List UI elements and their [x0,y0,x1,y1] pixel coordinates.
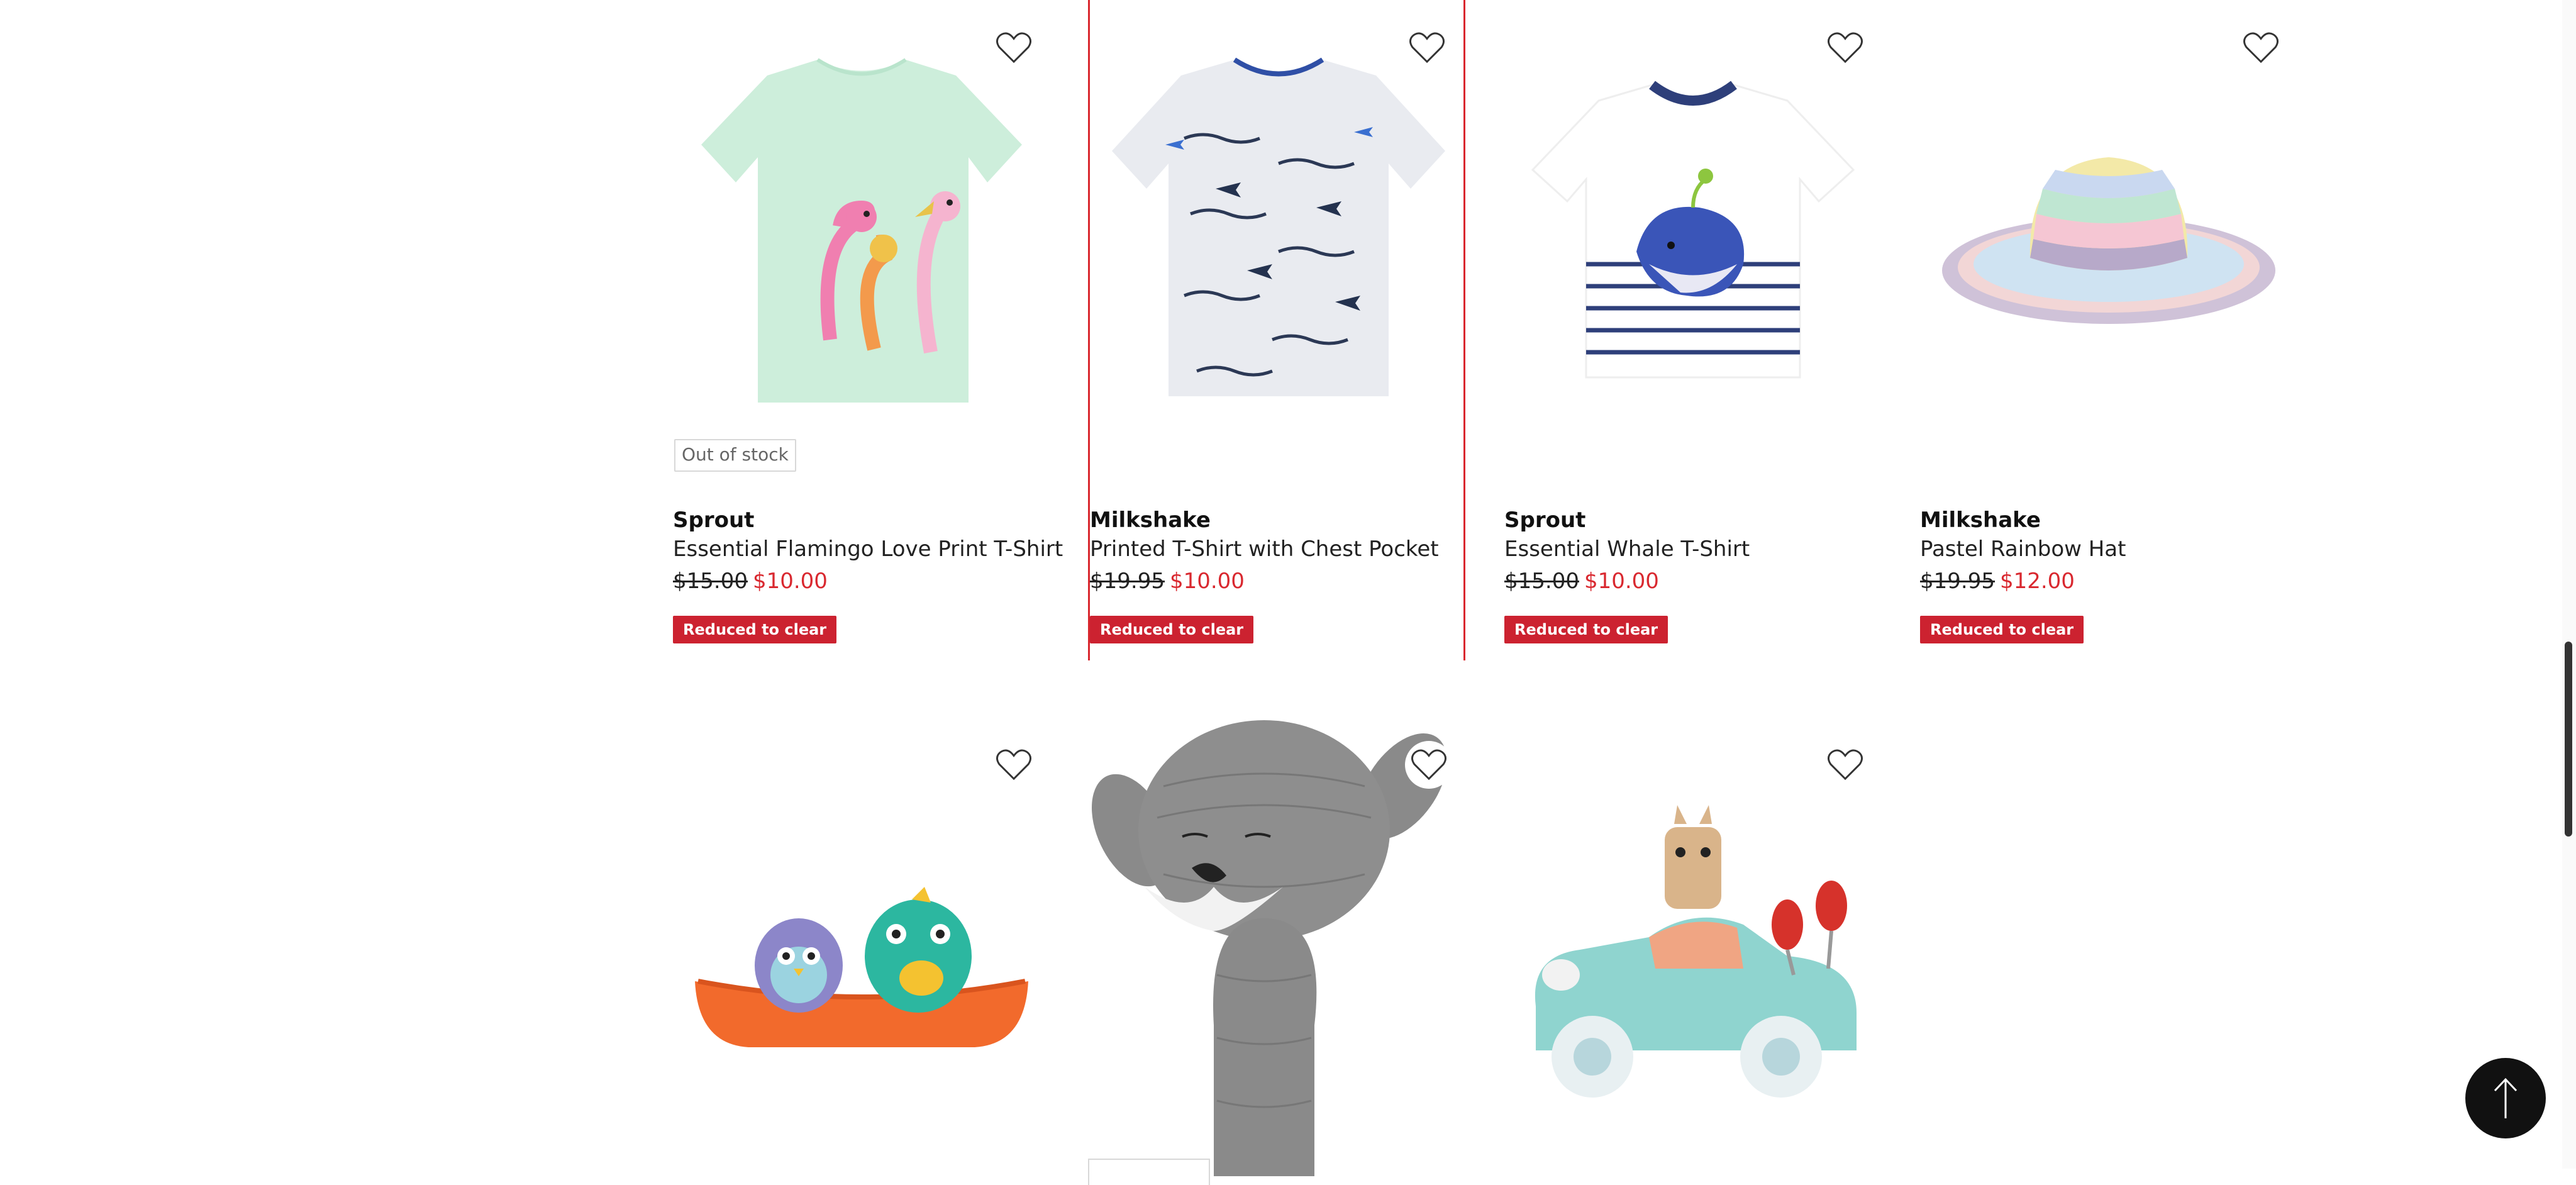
product-price: $19.95 $10.00 [1090,564,1467,598]
reduced-to-clear-badge: Reduced to clear [1920,616,2084,643]
status-tag [1088,1159,1210,1185]
product-info: Sprout Essential Flamingo Love Print T-S… [673,506,1063,643]
product-card[interactable]: Sprout Essential Whale T-Shirt $15.00 $10… [1504,0,1882,660]
product-brand[interactable]: Milkshake [1920,506,2297,534]
wishlist-heart-icon[interactable] [1821,741,1869,789]
product-card[interactable]: Milkshake Printed T-Shirt with Chest Poc… [1088,0,1465,660]
product-info: Milkshake Pastel Rainbow Hat $19.95 $12.0… [1920,506,2297,643]
product-name[interactable]: Pastel Rainbow Hat [1920,534,2297,564]
was-price: $15.00 [1504,569,1579,594]
wishlist-heart-icon[interactable] [1821,24,1869,72]
now-price: $10.00 [1584,569,1659,594]
wishlist-heart-icon[interactable] [2237,24,2285,72]
product-image-bath-boat-toy[interactable] [673,717,1050,1170]
product-name[interactable]: Essential Flamingo Love Print T-Shirt [673,534,1063,564]
product-brand[interactable]: Sprout [673,506,1050,534]
reduced-to-clear-badge: Reduced to clear [1090,616,1254,643]
now-price: $12.00 [1999,569,2075,594]
wishlist-heart-icon[interactable] [990,24,1038,72]
product-image-rainbow-hat[interactable] [1920,0,2297,453]
page-scrollbar[interactable] [2562,0,2576,1169]
reduced-to-clear-badge: Reduced to clear [673,616,837,643]
product-card[interactable]: Out of stock Sprout Essential Flamingo L… [673,0,1063,660]
arrow-up-icon [2494,1077,2518,1118]
product-brand[interactable]: Sprout [1504,506,1882,534]
reduced-to-clear-badge: Reduced to clear [1504,616,1668,643]
product-card[interactable] [1088,717,1465,1185]
wishlist-heart-icon[interactable] [1405,741,1453,789]
product-card[interactable]: Milkshake Pastel Rainbow Hat $19.95 $12.0… [1920,0,2297,660]
product-price: $15.00 $10.00 [1504,564,1882,598]
product-info: Milkshake Printed T-Shirt with Chest Poc… [1090,506,1467,643]
product-card[interactable] [1504,717,1882,1169]
product-name[interactable]: Printed T-Shirt with Chest Pocket [1090,534,1467,564]
wishlist-heart-icon[interactable] [990,741,1038,789]
was-price: $19.95 [1090,569,1165,594]
wishlist-heart-icon[interactable] [1403,24,1451,72]
product-image-printed-tshirt[interactable] [1090,0,1467,453]
now-price: $10.00 [752,569,828,594]
product-image-flamingo-tshirt[interactable] [673,0,1050,453]
scrollbar-thumb[interactable] [2565,642,2572,837]
product-info: Sprout Essential Whale T-Shirt $15.00 $10… [1504,506,1882,643]
product-brand[interactable]: Milkshake [1090,506,1467,534]
product-image-toy-car[interactable] [1504,717,1882,1170]
product-image-whale-tshirt[interactable] [1504,0,1882,453]
out-of-stock-tag: Out of stock [674,439,796,472]
product-price: $15.00 $10.00 [673,564,1050,598]
back-to-top-button[interactable] [2465,1058,2546,1138]
product-name[interactable]: Essential Whale T-Shirt [1504,534,1882,564]
product-price: $19.95 $12.00 [1920,564,2297,598]
now-price: $10.00 [1169,569,1245,594]
product-image-knitted-rattle[interactable] [1088,711,1465,1176]
was-price: $15.00 [673,569,748,594]
was-price: $19.95 [1920,569,1995,594]
product-card[interactable] [673,717,1050,1169]
